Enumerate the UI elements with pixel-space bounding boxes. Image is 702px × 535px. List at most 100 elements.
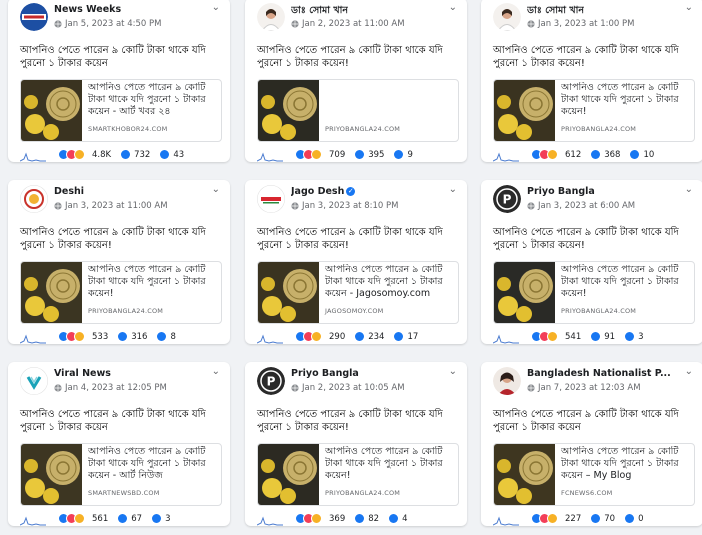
reactions-count[interactable]: 561 — [92, 514, 108, 524]
comments-count[interactable]: 732 — [134, 150, 150, 160]
link-preview[interactable]: আপনিও পেতে পারেন ৯ কোটি টাকা থাকে যদি পু… — [493, 443, 695, 506]
chevron-down-icon[interactable]: ⌄ — [449, 184, 457, 195]
link-title[interactable]: আপনিও পেতে পারেন ৯ কোটি টাকা থাকে যদি পু… — [88, 264, 215, 300]
link-preview[interactable]: আপনিও পেতে পারেন ৯ কোটি টাকা থাকে যদি পু… — [493, 261, 695, 324]
post-date[interactable]: Jan 5, 2023 at 4:50 PM — [65, 19, 161, 29]
post-card[interactable]: Bangladesh Nationalist P... Jan 7, 2023 … — [481, 362, 702, 526]
reactions-count[interactable]: 227 — [565, 514, 581, 524]
comments-count[interactable]: 316 — [131, 332, 147, 342]
shares-count[interactable]: 0 — [638, 514, 643, 524]
chevron-down-icon[interactable]: ⌄ — [212, 366, 220, 377]
chevron-down-icon[interactable]: ⌄ — [449, 366, 457, 377]
author-name[interactable]: Priyo Bangla — [291, 368, 359, 379]
link-thumbnail[interactable] — [258, 262, 319, 323]
avatar[interactable] — [493, 367, 521, 395]
avatar[interactable] — [257, 3, 285, 31]
link-title[interactable]: আপনিও পেতে পারেন ৯ কোটি টাকা থাকে যদি পু… — [561, 264, 688, 300]
author-name[interactable]: Viral News — [54, 368, 111, 379]
comments-count[interactable]: 91 — [604, 332, 615, 342]
reactions-count[interactable]: 533 — [92, 332, 108, 342]
author-name[interactable]: ডাঃ সোমা খান — [527, 4, 584, 19]
comments-count[interactable]: 395 — [368, 150, 384, 160]
reactions-icon[interactable] — [295, 331, 322, 342]
link-title[interactable]: আপনিও পেতে পারেন ৯ কোটি টাকা থাকে যদি পু… — [561, 82, 688, 118]
reactions-count[interactable]: 612 — [565, 150, 581, 160]
shares-count[interactable]: 9 — [407, 150, 412, 160]
avatar[interactable] — [20, 3, 48, 31]
reactions-icon[interactable] — [531, 513, 558, 524]
post-date[interactable]: Jan 2, 2023 at 11:00 AM — [302, 19, 405, 29]
reactions-icon[interactable] — [58, 149, 85, 160]
reactions-count[interactable]: 369 — [329, 514, 345, 524]
reactions-icon[interactable] — [58, 331, 85, 342]
shares-count[interactable]: 8 — [170, 332, 175, 342]
reactions-count[interactable]: 541 — [565, 332, 581, 342]
avatar[interactable] — [20, 367, 48, 395]
comments-count[interactable]: 234 — [368, 332, 384, 342]
link-thumbnail[interactable] — [494, 444, 555, 505]
author-name[interactable]: Deshi — [54, 186, 84, 197]
chevron-down-icon[interactable]: ⌄ — [212, 184, 220, 195]
reactions-icon[interactable] — [531, 331, 558, 342]
link-title[interactable]: আপনিও পেতে পারেন ৯ কোটি টাকা থাকে যদি পু… — [325, 264, 452, 300]
link-title[interactable] — [325, 82, 452, 118]
post-date[interactable]: Jan 2, 2023 at 10:05 AM — [302, 383, 405, 393]
post-date[interactable]: Jan 3, 2023 at 6:00 AM — [538, 201, 635, 211]
post-card[interactable]: ডাঃ সোমা খান Jan 3, 2023 at 1:00 PM ⌄ আপ… — [481, 0, 702, 162]
reactions-icon[interactable] — [295, 513, 322, 524]
shares-count[interactable]: 43 — [173, 150, 184, 160]
author-name[interactable]: Jago Desh ✓ — [291, 186, 356, 197]
author-name[interactable]: Priyo Bangla — [527, 186, 595, 197]
shares-count[interactable]: 4 — [402, 514, 407, 524]
comments-count[interactable]: 368 — [604, 150, 620, 160]
chevron-down-icon[interactable]: ⌄ — [685, 184, 693, 195]
link-thumbnail[interactable] — [21, 80, 82, 141]
post-card[interactable]: News Weeks Jan 5, 2023 at 4:50 PM ⌄ আপনি… — [8, 0, 230, 162]
reactions-count[interactable]: 4.8K — [92, 150, 111, 160]
reactions-icon[interactable] — [295, 149, 322, 160]
link-title[interactable]: আপনিও পেতে পারেন ৯ কোটি টাকা থাকে যদি পু… — [88, 82, 215, 118]
author-name[interactable]: News Weeks — [54, 4, 121, 15]
link-thumbnail[interactable] — [258, 444, 319, 505]
post-card[interactable]: P Priyo Bangla Jan 2, 2023 at 10:05 AM ⌄… — [245, 362, 467, 526]
reactions-count[interactable]: 709 — [329, 150, 345, 160]
link-thumbnail[interactable] — [494, 80, 555, 141]
post-card[interactable]: Deshi Jan 3, 2023 at 11:00 AM ⌄ আপনিও পে… — [8, 180, 230, 344]
link-preview[interactable]: PRIYOBANGLA24.COM — [257, 79, 459, 142]
avatar[interactable] — [257, 185, 285, 213]
link-title[interactable]: আপনিও পেতে পারেন ৯ কোটি টাকা থাকে যদি পু… — [325, 446, 452, 482]
link-title[interactable]: আপনিও পেতে পারেন ৯ কোটি টাকা থাকে যদি পু… — [561, 446, 688, 482]
author-name[interactable]: Bangladesh Nationalist P... — [527, 368, 671, 379]
reactions-icon[interactable] — [531, 149, 558, 160]
link-preview[interactable]: আপনিও পেতে পারেন ৯ কোটি টাকা থাকে যদি পু… — [257, 443, 459, 506]
author-name[interactable]: ডাঃ সোমা খান — [291, 4, 348, 19]
link-preview[interactable]: আপনিও পেতে পারেন ৯ কোটি টাকা থাকে যদি পু… — [20, 261, 222, 324]
shares-count[interactable]: 10 — [643, 150, 654, 160]
shares-count[interactable]: 17 — [407, 332, 418, 342]
comments-count[interactable]: 82 — [368, 514, 379, 524]
post-date[interactable]: Jan 7, 2023 at 12:03 AM — [538, 383, 641, 393]
post-date[interactable]: Jan 3, 2023 at 11:00 AM — [65, 201, 168, 211]
chevron-down-icon[interactable]: ⌄ — [449, 2, 457, 13]
post-date[interactable]: Jan 3, 2023 at 8:10 PM — [302, 201, 398, 211]
avatar[interactable]: P — [257, 367, 285, 395]
shares-count[interactable]: 3 — [165, 514, 170, 524]
post-date[interactable]: Jan 4, 2023 at 12:05 PM — [65, 383, 167, 393]
post-card[interactable]: Viral News Jan 4, 2023 at 12:05 PM ⌄ আপন… — [8, 362, 230, 526]
avatar[interactable] — [20, 185, 48, 213]
post-card[interactable]: ডাঃ সোমা খান Jan 2, 2023 at 11:00 AM ⌄ আ… — [245, 0, 467, 162]
link-preview[interactable]: আপনিও পেতে পারেন ৯ কোটি টাকা থাকে যদি পু… — [20, 443, 222, 506]
post-card[interactable]: P Priyo Bangla Jan 3, 2023 at 6:00 AM ⌄ … — [481, 180, 702, 344]
post-card[interactable]: Jago Desh ✓ Jan 3, 2023 at 8:10 PM ⌄ আপনি… — [245, 180, 467, 344]
link-preview[interactable]: আপনিও পেতে পারেন ৯ কোটি টাকা থাকে যদি পু… — [493, 79, 695, 142]
link-thumbnail[interactable] — [494, 262, 555, 323]
link-title[interactable]: আপনিও পেতে পারেন ৯ কোটি টাকা থাকে যদি পু… — [88, 446, 215, 482]
link-preview[interactable]: আপনিও পেতে পারেন ৯ কোটি টাকা থাকে যদি পু… — [20, 79, 222, 142]
shares-count[interactable]: 3 — [638, 332, 643, 342]
link-thumbnail[interactable] — [258, 80, 319, 141]
reactions-count[interactable]: 290 — [329, 332, 345, 342]
link-thumbnail[interactable] — [21, 262, 82, 323]
comments-count[interactable]: 70 — [604, 514, 615, 524]
chevron-down-icon[interactable]: ⌄ — [685, 366, 693, 377]
comments-count[interactable]: 67 — [131, 514, 142, 524]
